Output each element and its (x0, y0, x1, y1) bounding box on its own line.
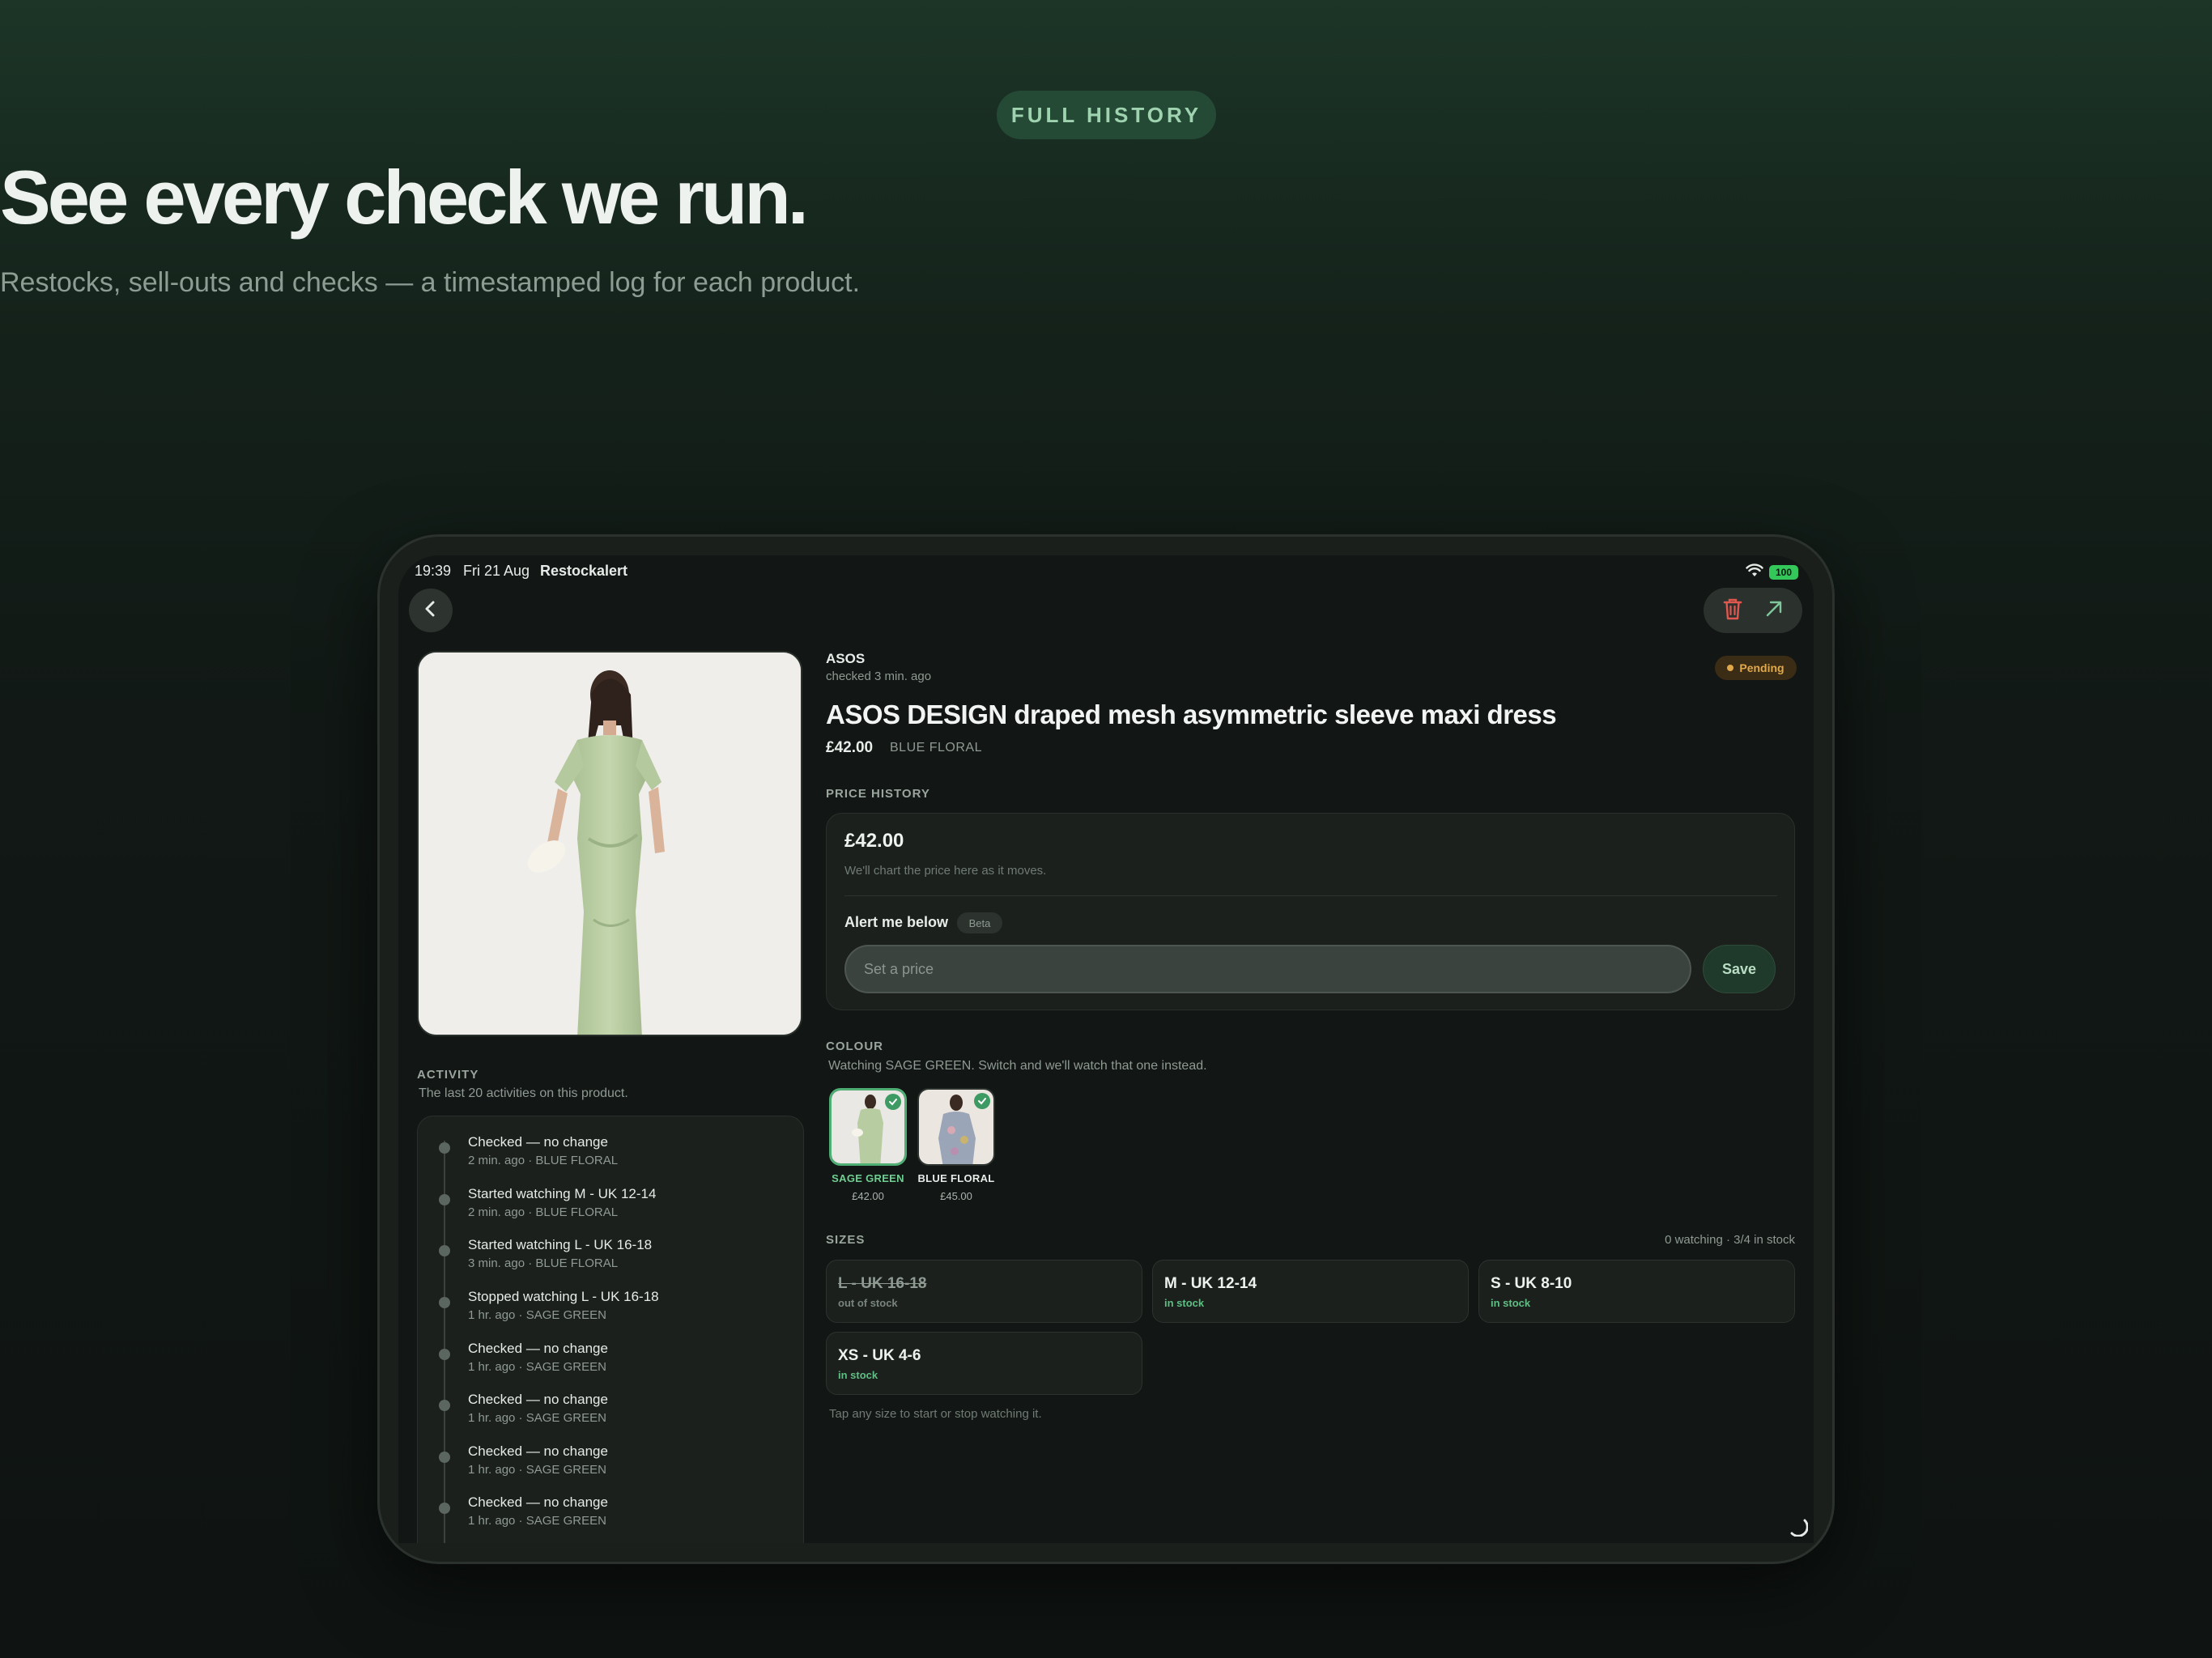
size-option-s[interactable]: S - UK 8-10 in stock (1478, 1260, 1795, 1323)
beta-badge: Beta (957, 912, 1002, 933)
activity-item: Checked — no change 1 hr. ago · SAGE GRE… (418, 1440, 798, 1489)
activity-meta: 3 min. ago · BLUE FLORAL (468, 1256, 619, 1270)
timeline-dot (439, 1297, 450, 1308)
eyebrow-pill: FULL HISTORY (997, 91, 1216, 139)
activity-item: Started watching M - UK 12-14 2 min. ago… (418, 1183, 798, 1231)
activity-heading: ACTIVITY (417, 1068, 479, 1082)
wifi-icon (1746, 563, 1763, 582)
subline: Restocks, sell-outs and checks — a times… (0, 267, 861, 298)
alert-label: Alert me below (844, 914, 949, 930)
status-badge: Pending (1715, 656, 1797, 680)
product-price: £42.00 (826, 739, 874, 756)
activity-item: Checked — no change 1 hr. ago · SAGE GRE… (418, 1388, 798, 1437)
product-image (417, 651, 802, 1036)
timeline-dot (439, 1349, 450, 1360)
size-option-xs[interactable]: XS - UK 4-6 in stock (826, 1332, 1142, 1395)
price-history-heading: PRICE HISTORY (826, 787, 930, 801)
save-button[interactable]: Save (1703, 945, 1776, 993)
check-icon (885, 1094, 901, 1110)
price-history-card: £42.00 We'll chart the price here as it … (826, 813, 1795, 1010)
activity-title: Started watching L - UK 16-18 (468, 1237, 653, 1252)
trash-icon (1722, 598, 1743, 624)
activity-meta: 2 min. ago · BLUE FLORAL (468, 1205, 619, 1219)
back-button[interactable] (409, 589, 453, 632)
status-date: Fri 21 Aug (463, 563, 530, 579)
activity-meta: 1 hr. ago · SAGE GREEN (468, 1411, 606, 1425)
timeline-dot (439, 1194, 450, 1205)
colour-note: Watching SAGE GREEN. Switch and we'll wa… (828, 1059, 1207, 1073)
activity-title: Checked — no change (468, 1341, 608, 1356)
timeline-dot (439, 1142, 450, 1154)
size-option-l[interactable]: L - UK 16-18 out of stock (826, 1260, 1142, 1323)
status-app-name: Restockalert (540, 563, 628, 579)
delete-button[interactable] (1722, 597, 1743, 625)
activity-title: Checked — no change (468, 1134, 608, 1150)
activity-meta: 1 hr. ago · SAGE GREEN (468, 1308, 606, 1322)
size-name: L - UK 16-18 (838, 1275, 927, 1292)
product-colour: BLUE FLORAL (890, 741, 982, 755)
external-link-icon (1763, 601, 1784, 623)
activity-title: Started watching M - UK 12-14 (468, 1186, 657, 1201)
activity-title: Checked — no change (468, 1392, 608, 1407)
colour-option-sage-green[interactable] (829, 1088, 907, 1166)
size-status: in stock (1491, 1297, 1531, 1309)
colour-heading: COLOUR (826, 1039, 883, 1053)
activity-title: Checked — no change (468, 1494, 608, 1510)
brand-name: ASOS (826, 651, 866, 666)
price-chart-note: We'll chart the price here as it moves. (844, 864, 1047, 878)
activity-item: Checked — no change 2 min. ago · BLUE FL… (418, 1131, 798, 1180)
size-status: out of stock (838, 1297, 898, 1309)
check-icon (974, 1093, 990, 1109)
size-status: in stock (1164, 1297, 1205, 1309)
open-product-button[interactable] (1763, 598, 1784, 623)
price-alert-input[interactable] (844, 945, 1691, 993)
product-title: ASOS DESIGN draped mesh asymmetric sleev… (826, 699, 1557, 729)
status-dot (1727, 665, 1734, 671)
chevron-left-icon (423, 600, 439, 622)
colour-name: SAGE GREEN (832, 1172, 904, 1184)
activity-title: Stopped watching L - UK 16-18 (468, 1289, 659, 1304)
last-checked: checked 3 min. ago (826, 670, 932, 683)
size-name: M - UK 12-14 (1164, 1275, 1257, 1292)
activity-title: Checked — no change (468, 1443, 608, 1459)
battery-indicator: 100 (1769, 565, 1798, 580)
divider (844, 895, 1777, 896)
colour-price: £45.00 (940, 1190, 972, 1202)
colour-name: BLUE FLORAL (917, 1172, 995, 1184)
activity-meta: 2 min. ago · BLUE FLORAL (468, 1154, 619, 1167)
timeline-dot (439, 1452, 450, 1463)
activity-meta: 1 hr. ago · SAGE GREEN (468, 1514, 606, 1528)
activity-meta: 1 hr. ago · SAGE GREEN (468, 1463, 606, 1477)
activity-item: Checked — no change 1 hr. ago · SAGE GRE… (418, 1491, 798, 1540)
sizes-hint: Tap any size to start or stop watching i… (829, 1407, 1042, 1421)
headline: See every check we run. (0, 155, 809, 240)
size-name: S - UK 8-10 (1491, 1275, 1572, 1292)
product-actions (1704, 588, 1802, 633)
current-price: £42.00 (844, 830, 904, 852)
colour-price: £42.00 (852, 1190, 884, 1202)
activity-list: Checked — no change 2 min. ago · BLUE FL… (417, 1116, 804, 1543)
activity-note: The last 20 activities on this product. (419, 1086, 628, 1100)
loading-spinner-icon (1787, 1516, 1809, 1541)
timeline-dot (439, 1400, 450, 1411)
tablet-screen: 19:39 Fri 21 Aug Restockalert 100 ACTIVI… (398, 555, 1814, 1543)
activity-item: Checked — no change 1 hr. ago · SAGE GRE… (418, 1337, 798, 1386)
size-option-m[interactable]: M - UK 12-14 in stock (1152, 1260, 1469, 1323)
size-status: in stock (838, 1369, 878, 1381)
activity-item: Started watching L - UK 16-18 3 min. ago… (418, 1234, 798, 1282)
activity-meta: 1 hr. ago · SAGE GREEN (468, 1360, 606, 1374)
status-time: 19:39 (415, 563, 452, 579)
sizes-summary: 0 watching · 3/4 in stock (1665, 1233, 1795, 1247)
timeline-dot (439, 1245, 450, 1256)
timeline-dot (439, 1503, 450, 1514)
colour-option-blue-floral[interactable] (917, 1088, 995, 1166)
activity-item: Stopped watching L - UK 16-18 1 hr. ago … (418, 1286, 798, 1334)
sizes-heading: SIZES (826, 1233, 866, 1247)
size-name: XS - UK 4-6 (838, 1347, 921, 1364)
